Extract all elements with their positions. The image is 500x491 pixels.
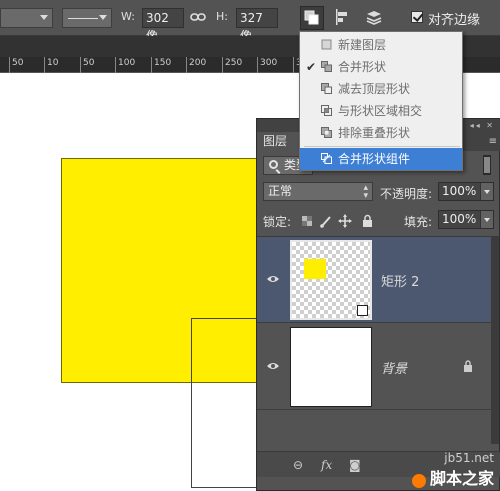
- menu-item-label: 与形状区域相交: [338, 104, 423, 118]
- vector-mask-icon: [357, 305, 368, 316]
- blend-mode-value: 正常: [268, 184, 293, 198]
- ruler-tick: [186, 57, 187, 73]
- align-edges-checkbox[interactable]: [411, 11, 423, 23]
- menu-item-intersect-shapes[interactable]: 与形状区域相交: [300, 100, 462, 122]
- ruler-number: 250: [225, 58, 243, 68]
- menu-item-label: 合并形状: [338, 60, 387, 74]
- intersect-shapes-icon: [321, 105, 332, 116]
- ruler-tick: [293, 57, 294, 73]
- align-left-icon: [336, 9, 347, 25]
- menu-item-combine-shapes[interactable]: ✔ 合并形状: [300, 56, 462, 78]
- menu-item-merge-shape-components[interactable]: 合并形状组件: [300, 148, 462, 170]
- subtract-shape-icon: [321, 83, 332, 94]
- blend-mode-dropdown[interactable]: 正常 ▴ ▾: [263, 182, 373, 201]
- path-operations-menu: 新建图层 ✔ 合并形状 减去顶层形状 与形状区域相交 排除重叠形状 合并形状组件: [299, 31, 463, 171]
- search-icon: [269, 160, 278, 169]
- align-edges-label: 对齐边缘: [428, 13, 481, 28]
- ruler-tick: [151, 57, 152, 73]
- layer-name[interactable]: 矩形 2: [381, 271, 419, 290]
- stroke-line-icon: [68, 18, 98, 19]
- merge-components-icon: [321, 153, 332, 164]
- height-field[interactable]: 327 像: [236, 8, 278, 43]
- layer-name[interactable]: 背景: [381, 358, 407, 377]
- width-field[interactable]: 302 像: [142, 8, 184, 43]
- collapse-panel-icon[interactable]: ◂◂ ✕: [470, 121, 495, 130]
- layer-thumbnail[interactable]: [290, 240, 372, 320]
- ruler-tick: [115, 57, 116, 73]
- menu-item-label: 合并形状组件: [338, 152, 411, 166]
- panel-menu-icon[interactable]: ≡: [489, 136, 497, 147]
- menu-item-exclude-overlapping-shapes[interactable]: 排除重叠形状: [300, 122, 462, 144]
- link-icon[interactable]: [190, 10, 206, 24]
- chevron-down-icon[interactable]: [480, 183, 493, 200]
- checkmark-icon: ✔: [306, 60, 317, 74]
- watermark-name: 脚本之家: [429, 469, 494, 488]
- updown-arrows-icon: ▴ ▾: [363, 183, 368, 201]
- eye-icon[interactable]: [266, 274, 280, 284]
- path-operations-icon: [304, 10, 319, 25]
- height-label: H:: [216, 10, 228, 23]
- layer-row-background[interactable]: 背景: [257, 324, 493, 410]
- ruler-number: 50: [83, 58, 95, 68]
- lock-transparent-pixels-icon[interactable]: [302, 216, 312, 226]
- menu-item-label: 新建图层: [338, 38, 387, 52]
- ruler-tick: [222, 57, 223, 73]
- lock-label: 锁定:: [263, 215, 292, 229]
- ruler-number: 50: [12, 58, 24, 68]
- lock-image-pixels-icon[interactable]: [320, 216, 331, 228]
- fill-label: 填充:: [404, 215, 433, 229]
- menu-item-label: 减去顶层形状: [338, 82, 411, 96]
- add-layer-style-button[interactable]: fx: [321, 458, 332, 472]
- ruler-number: 150: [154, 58, 172, 68]
- width-label: W:: [121, 10, 135, 23]
- chevron-down-icon[interactable]: [480, 211, 493, 228]
- new-layer-icon: [321, 39, 332, 50]
- lock-position-icon[interactable]: [338, 214, 352, 228]
- stroke-type-dropdown[interactable]: [62, 8, 112, 28]
- watermark-logo: [412, 474, 426, 488]
- menu-item-label: 排除重叠形状: [338, 126, 411, 140]
- menu-item-subtract-front-shape[interactable]: 减去顶层形状: [300, 78, 462, 100]
- tab-layers[interactable]: 图层: [257, 132, 301, 151]
- lock-icon: [464, 360, 472, 372]
- ruler-tick: [80, 57, 81, 73]
- opacity-field[interactable]: 100%: [438, 182, 494, 201]
- watermark-site: jb51.net: [444, 451, 494, 465]
- lock-options: [302, 214, 372, 228]
- link-layers-icon[interactable]: ⊖: [293, 458, 303, 472]
- ruler-tick: [257, 57, 258, 73]
- path-arrangement-button[interactable]: [363, 6, 387, 30]
- opacity-value: 100%: [442, 184, 477, 198]
- ruler-tick: [44, 57, 45, 73]
- layer-row-rectangle-2[interactable]: 矩形 2: [257, 237, 493, 323]
- path-alignment-button[interactable]: [332, 6, 356, 30]
- ruler-number: 300: [260, 58, 278, 68]
- fill-type-dropdown[interactable]: [0, 8, 53, 28]
- fill-value: 100%: [442, 212, 477, 226]
- menu-divider: [304, 146, 460, 147]
- path-operations-button[interactable]: [300, 6, 324, 30]
- ruler-tick: [9, 57, 10, 73]
- ruler-number: 200: [189, 58, 207, 68]
- exclude-overlap-icon: [321, 127, 332, 138]
- filter-toggle[interactable]: [483, 155, 491, 175]
- ruler-number: 10: [47, 58, 59, 68]
- eye-icon[interactable]: [266, 361, 280, 371]
- arrange-layers-icon: [366, 11, 382, 25]
- combine-shapes-icon: [321, 61, 332, 72]
- add-mask-icon[interactable]: ◙: [349, 458, 361, 472]
- layers-scrollbar[interactable]: [491, 237, 499, 444]
- shape-thumbnail-preview: [304, 259, 326, 279]
- menu-item-new-layer[interactable]: 新建图层: [300, 34, 462, 56]
- fill-field[interactable]: 100%: [438, 210, 494, 229]
- ruler-number: 100: [118, 58, 136, 68]
- watermark: jb51.net 脚本之家: [430, 451, 494, 489]
- lock-all-icon[interactable]: [363, 214, 372, 228]
- chevron-down-icon: [99, 15, 107, 20]
- opacity-label: 不透明度:: [380, 187, 433, 201]
- layers-panel: ◂◂ ✕ 图层 ≡ 类型 正常 ▴ ▾ 不透明度: 100% 锁定: 填充: 1…: [256, 118, 500, 491]
- chevron-down-icon: [40, 15, 48, 20]
- layer-thumbnail[interactable]: [290, 327, 372, 407]
